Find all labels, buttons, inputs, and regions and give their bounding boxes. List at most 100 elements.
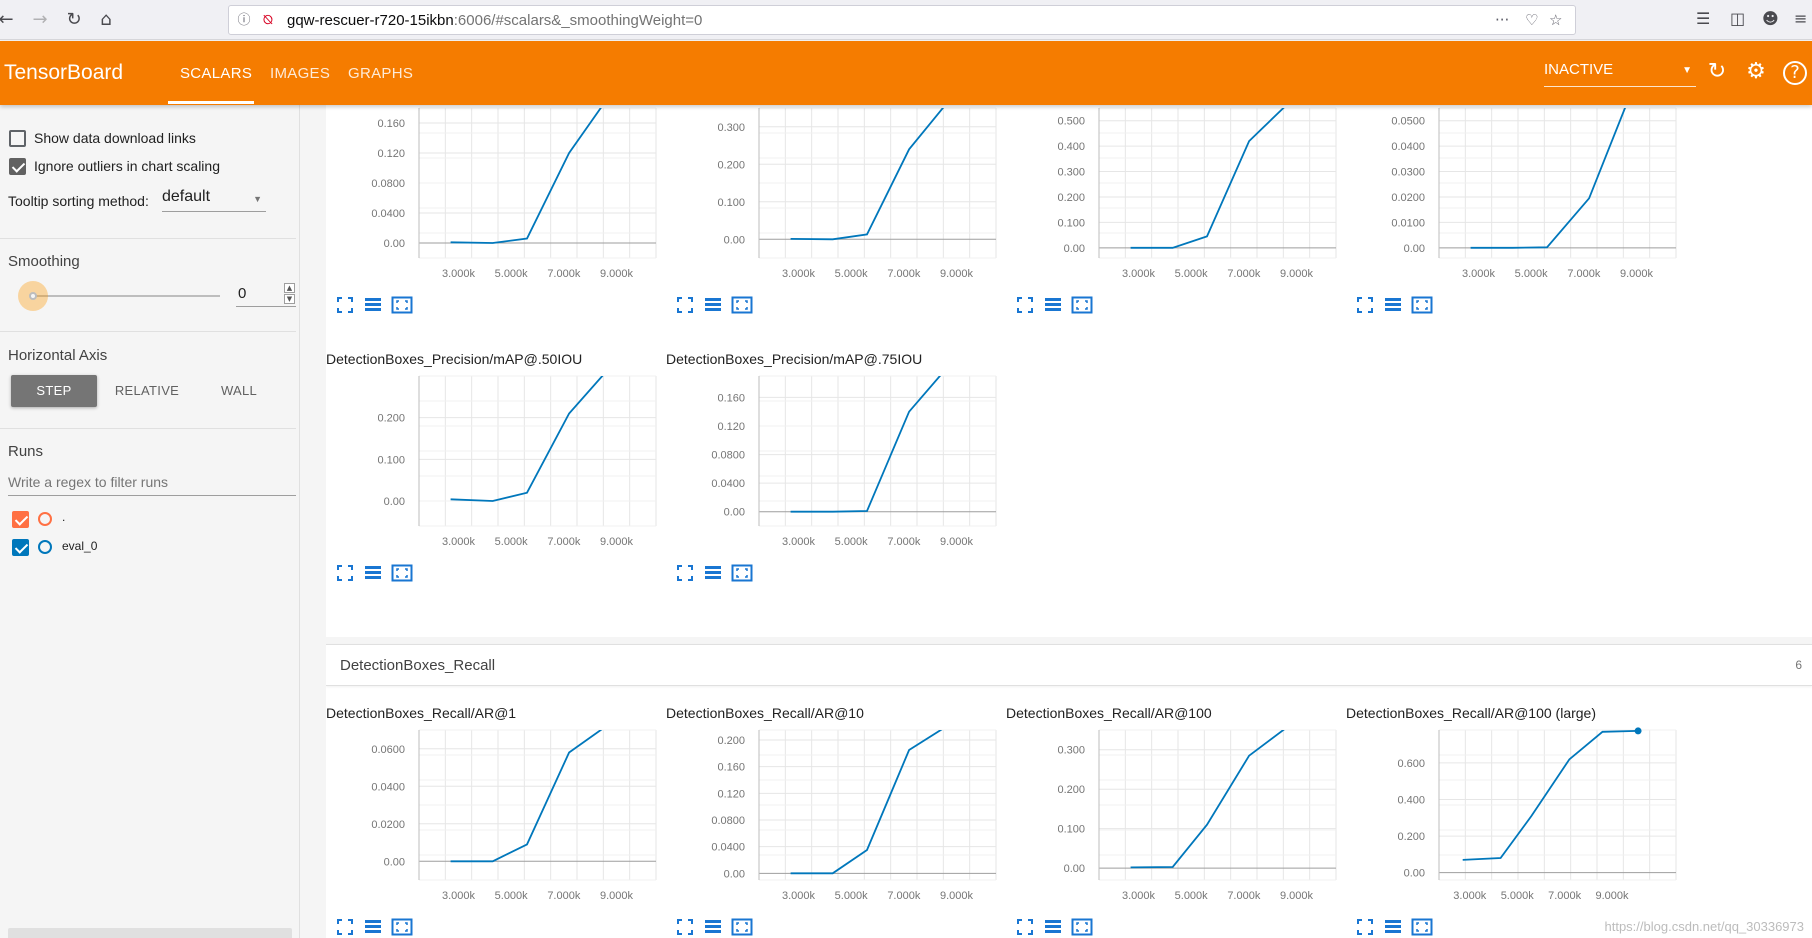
line-chart[interactable]: 0.00 0.100 0.200 0.300 0.400 0.500 3.000k 5.000… (1006, 105, 1346, 283)
tab-images[interactable]: IMAGES (270, 65, 330, 82)
data-table-icon[interactable] (363, 295, 383, 315)
show-download-links-checkbox[interactable] (9, 130, 26, 147)
back-icon[interactable]: ← (0, 8, 18, 32)
data-table-icon[interactable] (363, 563, 383, 583)
forward-icon[interactable]: → (28, 8, 52, 32)
fullscreen-icon[interactable] (335, 917, 355, 937)
group-header-recall[interactable]: DetectionBoxes_Recall 6 (326, 644, 1812, 686)
run-checkbox-dot[interactable] (12, 511, 29, 528)
fit-domain-icon[interactable] (1071, 917, 1093, 937)
ignore-outliers-checkbox[interactable] (9, 158, 26, 175)
fullscreen-icon[interactable] (1015, 917, 1035, 937)
bookmark-star-icon[interactable]: ☆ (1549, 11, 1562, 29)
line-chart[interactable]: 0.00 0.0400 0.0800 0.120 0.160 3.000k 5.000k 7.… (666, 351, 1006, 551)
fit-domain-icon[interactable] (1071, 295, 1093, 315)
fullscreen-icon[interactable] (1355, 917, 1375, 937)
fit-domain-icon[interactable] (391, 295, 413, 315)
y-tick-label: 0.00 (384, 238, 405, 250)
run-color-dot[interactable] (38, 512, 52, 526)
url-host: gqw-rescuer-r720-15ikbn (287, 12, 454, 29)
y-tick-label: 0.160 (377, 118, 405, 130)
fit-domain-icon[interactable] (1411, 295, 1433, 315)
fit-domain-icon[interactable] (731, 917, 753, 937)
account-icon[interactable]: ☻ (1762, 9, 1779, 28)
fullscreen-icon[interactable] (675, 295, 695, 315)
line-chart[interactable]: 0.00 0.100 0.200 3.000k 5.000k 7.000k 9.000k (326, 351, 666, 551)
fullscreen-icon[interactable] (1355, 295, 1375, 315)
home-icon[interactable]: ⌂ (94, 8, 118, 32)
fullscreen-icon[interactable] (675, 563, 695, 583)
pocket-icon[interactable]: ♡ (1525, 11, 1538, 29)
run-color-eval-0[interactable] (38, 540, 52, 554)
fullscreen-icon[interactable] (335, 563, 355, 583)
address-bar[interactable]: ⓘ ⦰ gqw-rescuer-r720-15ikbn:6006/#scalar… (228, 5, 1576, 35)
line-chart[interactable]: 0.00 0.0100 0.0200 0.0300 0.0400 0.0500 3.000k… (1346, 105, 1686, 283)
tab-graphs[interactable]: GRAPHS (348, 65, 413, 82)
run-name: eval_0 (62, 539, 98, 553)
data-table-icon[interactable] (703, 295, 723, 315)
data-table-icon[interactable] (1043, 917, 1063, 937)
series-line (1130, 108, 1285, 249)
line-chart[interactable]: 0.00 0.0200 0.0400 0.0600 3.000k 5.000k 7.000k… (326, 705, 666, 905)
run-checkbox-eval-0[interactable] (12, 539, 29, 556)
active-tab-indicator (168, 101, 254, 104)
y-tick-label: 0.300 (717, 122, 745, 134)
axis-step-button[interactable]: STEP (11, 375, 97, 407)
inactive-plugin-select[interactable]: INACTIVE ▼ (1544, 61, 1696, 87)
data-table-icon[interactable] (363, 917, 383, 937)
data-table-icon[interactable] (703, 563, 723, 583)
url-text[interactable]: gqw-rescuer-r720-15ikbn:6006/#scalars&_s… (287, 12, 702, 29)
smoothing-slider-track[interactable] (36, 295, 220, 297)
x-tick-label: 3.000k (782, 890, 816, 902)
fullscreen-icon[interactable] (675, 917, 695, 937)
gear-icon[interactable]: ⚙ (1743, 59, 1769, 85)
data-table-icon[interactable] (1383, 295, 1403, 315)
smoothing-slider-handle[interactable] (29, 292, 37, 300)
spin-down-icon[interactable]: ▼ (284, 294, 295, 304)
y-tick-label: 0.00 (384, 856, 405, 868)
x-tick-label: 3.000k (782, 268, 816, 280)
y-tick-label: 0.00 (724, 868, 745, 880)
fullscreen-icon[interactable] (1015, 295, 1035, 315)
library-icon[interactable]: ☰ (1696, 9, 1710, 28)
run-filter-input[interactable]: Write a regex to filter runs (8, 470, 296, 496)
help-icon[interactable]: ? (1783, 61, 1807, 85)
chevron-down-icon: ▼ (253, 194, 262, 204)
line-chart[interactable]: 0.00 0.200 0.400 0.600 3.000k 5.000k 7.000k 9.0… (1346, 705, 1686, 905)
x-tick-label: 5.000k (1515, 268, 1549, 280)
info-icon[interactable]: ⓘ (235, 12, 253, 30)
fit-domain-icon[interactable] (391, 917, 413, 937)
axis-relative-button[interactable]: RELATIVE (104, 375, 190, 407)
series-line (1130, 730, 1285, 869)
fit-domain-icon[interactable] (391, 563, 413, 583)
axis-wall-button[interactable]: WALL (196, 375, 282, 407)
data-table-icon[interactable] (1383, 917, 1403, 937)
data-table-icon[interactable] (1043, 295, 1063, 315)
fit-domain-icon[interactable] (731, 295, 753, 315)
reload-icon[interactable]: ↻ (62, 8, 86, 32)
x-tick-label: 5.000k (835, 268, 869, 280)
sidebar-toggle-icon[interactable]: ◫ (1730, 9, 1745, 28)
page-actions-icon[interactable]: ··· (1495, 11, 1509, 29)
y-tick-label: 0.00 (384, 496, 405, 508)
fullscreen-icon[interactable] (335, 295, 355, 315)
line-chart[interactable]: 0.00 0.100 0.200 0.300 3.000k 5.000k 7.000k 9.0… (666, 105, 1006, 283)
fit-domain-icon[interactable] (1411, 917, 1433, 937)
fit-domain-icon[interactable] (731, 563, 753, 583)
line-chart[interactable]: 0.00 0.0400 0.0800 0.120 0.160 3.000k 5.000k 7.… (326, 105, 666, 283)
insecure-lock-icon[interactable]: ⦰ (259, 12, 277, 30)
y-tick-label: 0.160 (717, 762, 745, 774)
menu-icon[interactable]: ≡ (1794, 9, 1807, 28)
y-tick-label: 0.300 (1057, 167, 1085, 179)
x-tick-label: 7.000k (1227, 890, 1261, 902)
y-tick-label: 0.200 (717, 735, 745, 747)
sidebar-footer-button[interactable] (8, 928, 292, 938)
tooltip-sorting-select[interactable]: default ▼ (162, 188, 266, 212)
spin-up-icon[interactable]: ▲ (284, 283, 295, 293)
data-table-icon[interactable] (703, 917, 723, 937)
x-tick-label: 9.000k (1620, 268, 1654, 280)
refresh-icon[interactable]: ↻ (1704, 59, 1730, 85)
line-chart[interactable]: 0.00 0.100 0.200 0.300 3.000k 5.000k 7.000k 9.0… (1006, 705, 1346, 905)
tab-scalars[interactable]: SCALARS (180, 65, 252, 82)
line-chart[interactable]: 0.00 0.0400 0.0800 0.120 0.160 0.200 3.000k 5.0… (666, 705, 1006, 905)
